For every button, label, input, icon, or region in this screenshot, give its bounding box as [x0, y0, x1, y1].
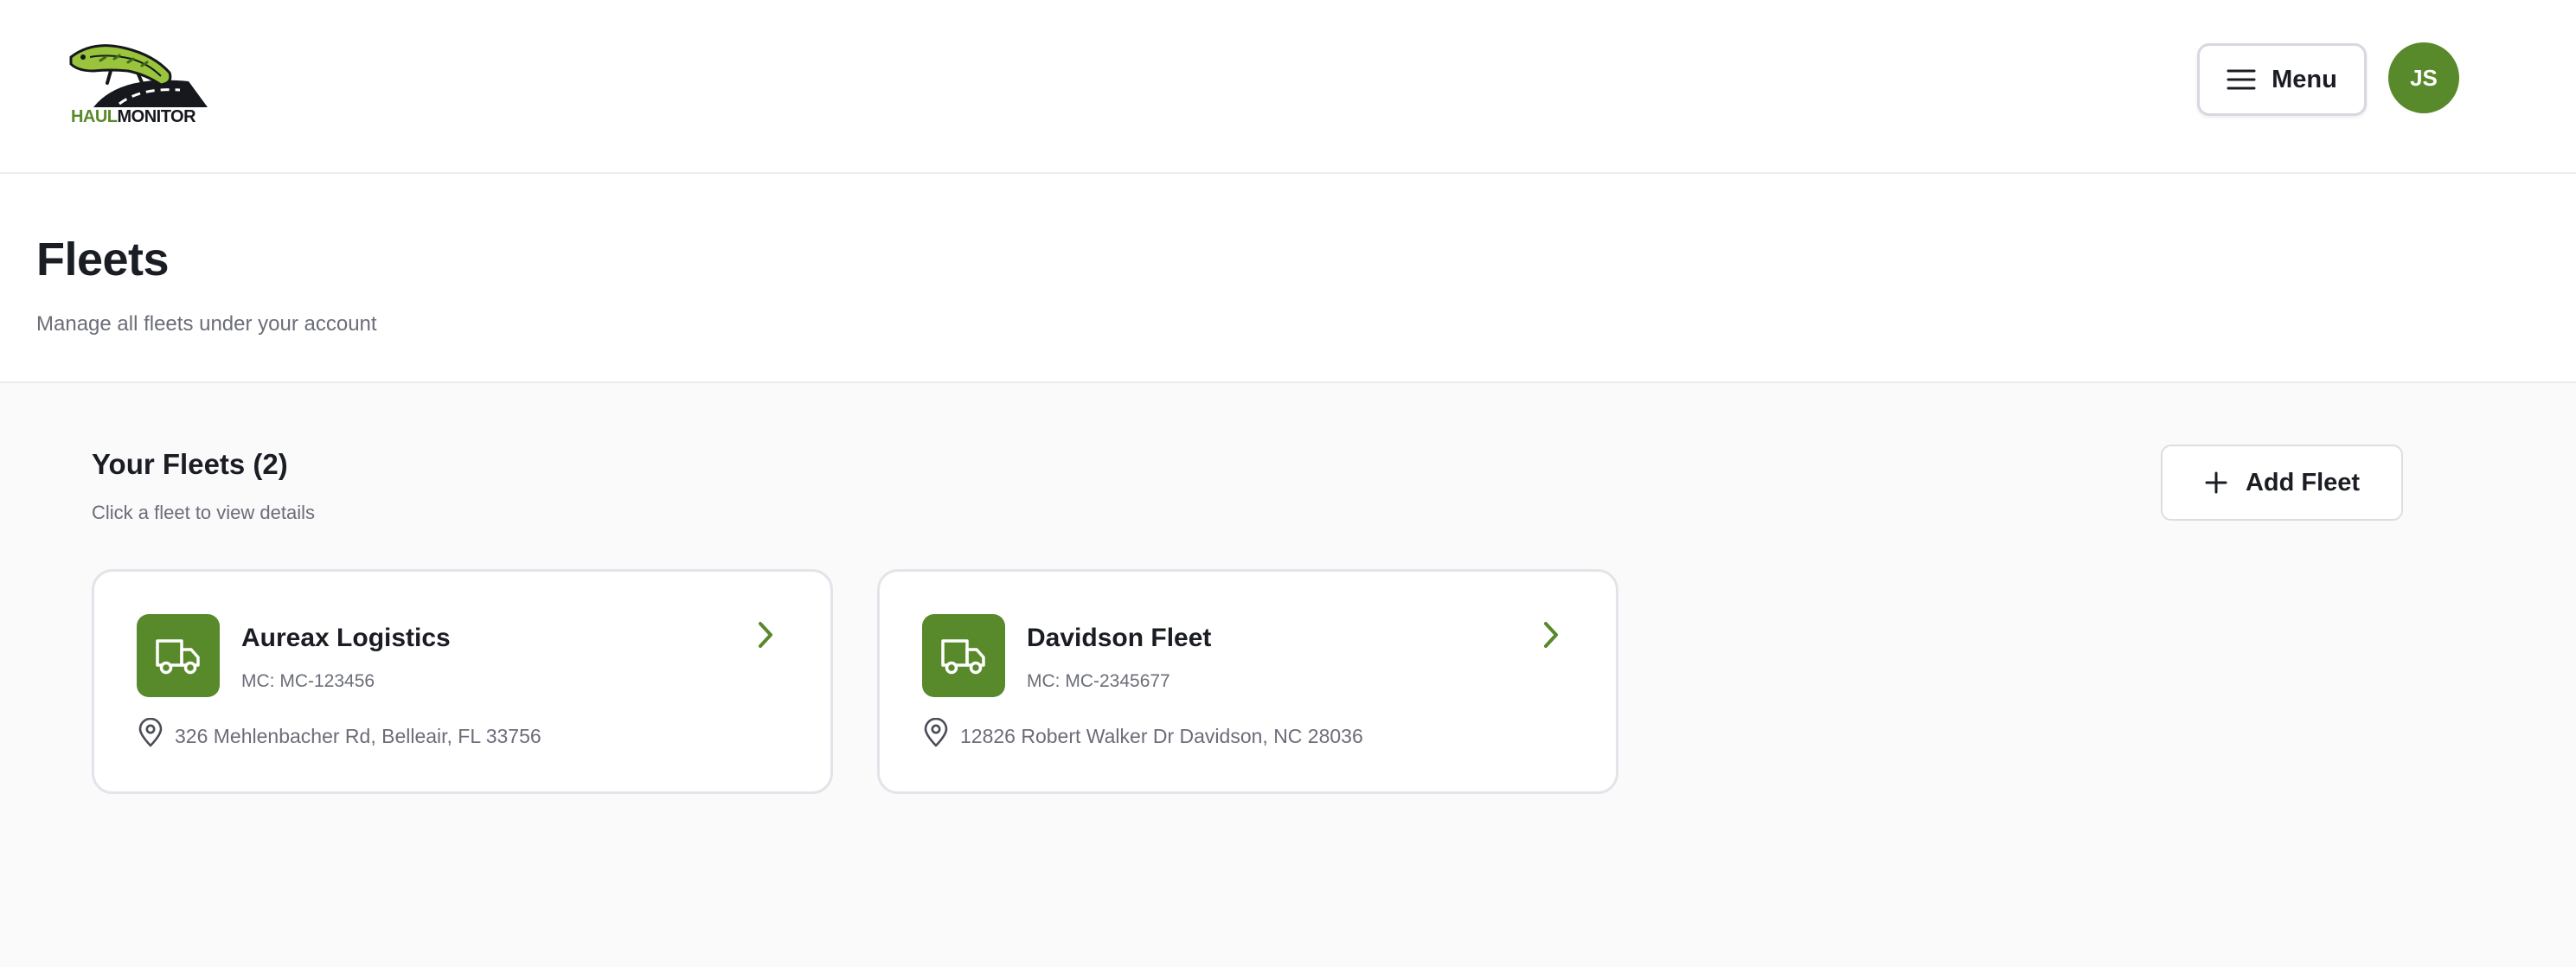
location-pin-icon	[924, 718, 948, 747]
hamburger-icon	[2227, 69, 2256, 90]
plus-icon	[2205, 471, 2227, 494]
fleets-section-title: Your Fleets (2)	[92, 448, 288, 480]
add-fleet-button[interactable]: Add Fleet	[2161, 445, 2403, 521]
menu-button[interactable]: Menu	[2197, 43, 2367, 116]
page-header: Fleets Manage all fleets under your acco…	[0, 174, 2576, 383]
add-fleet-label: Add Fleet	[2245, 468, 2361, 496]
fleet-mc-number: MC: MC-2345677	[1027, 671, 1170, 691]
fleet-card[interactable]: Davidson Fleet MC: MC-2345677 12826 Robe…	[877, 569, 1618, 794]
page-subtitle: Manage all fleets under your account	[36, 312, 377, 336]
fleet-mc-number: MC: MC-123456	[241, 671, 375, 691]
fleet-name: Davidson Fleet	[1027, 624, 1212, 652]
location-pin-icon	[138, 718, 163, 747]
truck-icon	[156, 639, 200, 675]
haulmonitor-logo[interactable]: HAULMONITOR	[59, 40, 208, 128]
fleet-address: 12826 Robert Walker Dr Davidson, NC 2803…	[960, 725, 1363, 747]
logo-wordmark: HAULMONITOR	[70, 107, 196, 126]
fleets-content: Your Fleets (2) Click a fleet to view de…	[0, 383, 2576, 967]
page-title: Fleets	[36, 234, 170, 285]
chevron-right-icon	[759, 622, 772, 648]
fleets-section-subtitle: Click a fleet to view details	[92, 502, 315, 523]
fleet-address: 326 Mehlenbacher Rd, Belleair, FL 33756	[175, 725, 541, 747]
menu-button-label: Menu	[2272, 65, 2337, 93]
avatar-initials: JS	[2410, 64, 2438, 91]
top-navigation-bar: HAULMONITOR Menu JS	[0, 0, 2576, 174]
fleet-avatar-tile	[922, 614, 1005, 697]
chevron-right-icon	[1544, 622, 1558, 648]
fleet-card[interactable]: Aureax Logistics MC: MC-123456 326 Mehle…	[92, 569, 833, 794]
gecko-road-logo-icon	[69, 44, 208, 107]
fleet-name: Aureax Logistics	[241, 624, 451, 652]
user-avatar[interactable]: JS	[2388, 42, 2459, 113]
fleet-avatar-tile	[137, 614, 220, 697]
truck-icon	[941, 639, 985, 675]
